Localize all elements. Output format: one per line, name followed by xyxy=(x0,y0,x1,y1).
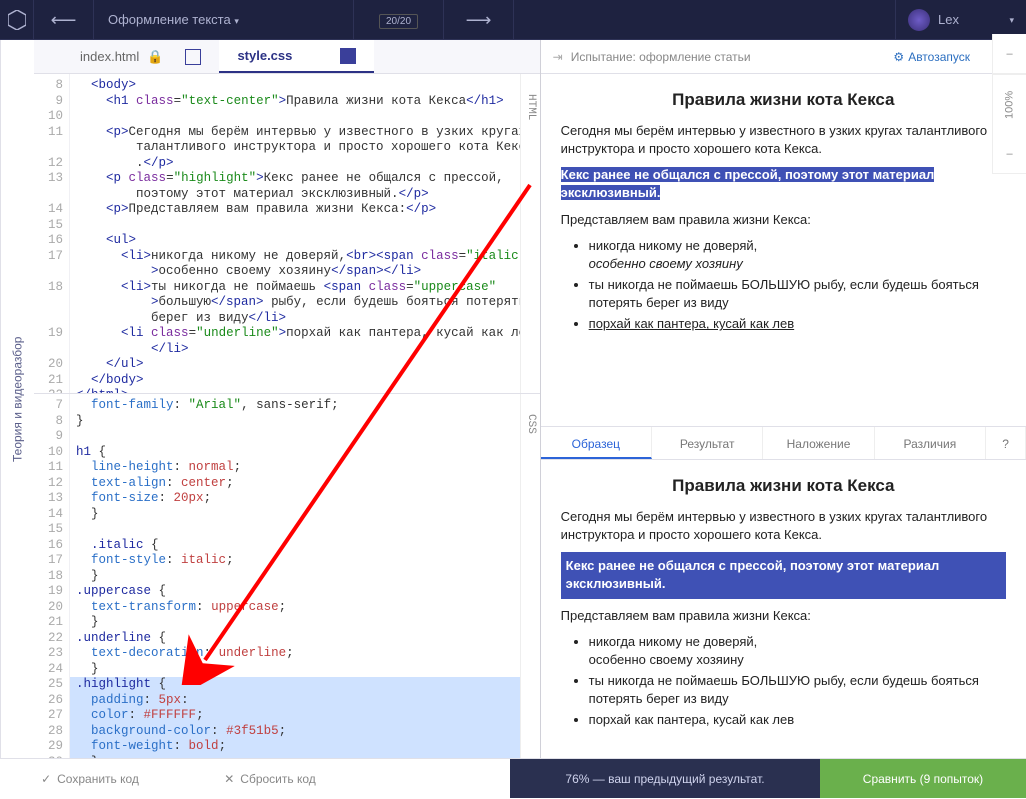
sample-panel: Правила жизни кота Кекса Сегодня мы берё… xyxy=(541,460,1026,758)
zoom-label[interactable]: 100% xyxy=(993,74,1026,134)
preview-li3: порхай как пантера, кусай как лев xyxy=(589,315,1006,333)
sample-h1: Правила жизни кота Кекса xyxy=(561,474,1006,498)
preview-h1: Правила жизни кота Кекса xyxy=(561,88,1006,112)
topbar-spacer xyxy=(514,0,896,40)
tab-help[interactable]: ? xyxy=(986,427,1026,459)
progress-badge: 20/20 xyxy=(354,0,444,40)
html-editor[interactable]: 8 9 10 11 12 13 14 15 16 17 18 19 20 21 … xyxy=(34,74,540,394)
preview-result: Правила жизни кота Кекса Сегодня мы берё… xyxy=(541,74,1026,426)
sample-list: никогда никому не доверяй,особенно своем… xyxy=(589,633,1006,730)
nav-next-button[interactable]: ⟶ xyxy=(444,0,514,40)
css-editor[interactable]: 7 8 9 10 11 12 13 14 15 16 17 18 19 20 2… xyxy=(34,394,540,758)
preview-header: ⇥ Испытание: оформление статьи ⚙ Автозап… xyxy=(541,40,1026,74)
sample-p2: Представляем вам правила жизни Кекса: xyxy=(561,607,1006,625)
nav-prev-button[interactable]: ⟵ xyxy=(34,0,94,40)
compare-button[interactable]: Сравнить (9 попыток) xyxy=(820,759,1026,798)
editor-column: index.html 🔒 style.css 8 9 10 11 12 13 1… xyxy=(34,40,541,758)
html-code-area[interactable]: <body> <h1 class="text-center">Правила ж… xyxy=(70,74,540,393)
main-area: ☰ Теория и видеоразбор index.html 🔒 styl… xyxy=(0,40,1026,758)
tab-html[interactable]: index.html 🔒 xyxy=(62,40,219,73)
lesson-title[interactable]: Оформление текста ▾ xyxy=(94,0,354,40)
preview-minus-top[interactable]: – xyxy=(993,34,1026,74)
sample-highlight: Кекс ранее не общался с прессой, поэтому… xyxy=(561,552,1006,598)
editor-tabs: index.html 🔒 style.css xyxy=(34,40,540,74)
preview-column: ⇥ Испытание: оформление статьи ⚙ Автозап… xyxy=(541,40,1026,758)
css-side-badges: CSS xyxy=(520,394,540,758)
sample-li3: порхай как пантера, кусай как лев xyxy=(589,711,1006,729)
tab-result[interactable]: Результат xyxy=(652,427,763,459)
tab-diff[interactable]: Различия xyxy=(875,427,986,459)
html-gutter: 8 9 10 11 12 13 14 15 16 17 18 19 20 21 … xyxy=(34,74,70,393)
check-icon: ✓ xyxy=(41,759,51,799)
avatar-icon xyxy=(908,9,930,31)
css-code-area[interactable]: font-family: "Arial", sans-serif; } h1 {… xyxy=(70,394,540,758)
preview-li2: ты никогда не поймаешь БОЛЬШУЮ рыбу, есл… xyxy=(589,276,1006,312)
preview-li1: никогда никому не доверяй,особенно своем… xyxy=(589,237,1006,273)
preview-p1: Сегодня мы берём интервью у известного в… xyxy=(561,122,1006,158)
preview-highlight: Кекс ранее не общался с прессой, поэтому… xyxy=(561,166,1006,202)
sample-p1: Сегодня мы берём интервью у известного в… xyxy=(561,508,1006,544)
footer-spacer xyxy=(360,759,510,798)
tab-overlay[interactable]: Наложение xyxy=(763,427,874,459)
lock-icon: 🔒 xyxy=(147,40,163,74)
html-side-badges: HTML xyxy=(520,74,540,393)
logo-icon[interactable] xyxy=(0,0,34,40)
html-badge[interactable]: HTML xyxy=(522,94,538,120)
css-badge[interactable]: CSS xyxy=(522,414,538,434)
gear-icon: ⚙ xyxy=(893,50,904,64)
save-button[interactable]: ✓ Сохранить код xyxy=(0,759,180,798)
tab-css[interactable]: style.css xyxy=(219,40,374,73)
css-gutter: 7 8 9 10 11 12 13 14 15 16 17 18 19 20 2… xyxy=(34,394,70,758)
autorun-toggle[interactable]: ⚙ Автозапуск xyxy=(885,50,978,64)
tab-split-icon[interactable] xyxy=(185,49,201,65)
footer: ✓ Сохранить код ✕ Сбросить код 76% — ваш… xyxy=(0,758,1026,798)
diff-tabs: Образец Результат Наложение Различия ? xyxy=(541,426,1026,460)
preview-title: Испытание: оформление статьи xyxy=(571,50,751,64)
sample-li1: никогда никому не доверяй,особенно своем… xyxy=(589,633,1006,669)
collapse-icon[interactable]: ⇥ xyxy=(553,50,563,64)
topbar: ⟵ Оформление текста ▾ 20/20 ⟶ Lex ▾ xyxy=(0,0,1026,40)
close-icon: ✕ xyxy=(224,759,234,799)
username: Lex xyxy=(938,0,959,40)
theory-sidebar[interactable]: Теория и видеоразбор xyxy=(0,40,34,758)
preview-minus-bottom[interactable]: – xyxy=(993,134,1026,174)
tab-sample[interactable]: Образец xyxy=(541,427,652,459)
result-badge: 76% — ваш предыдущий результат. xyxy=(510,759,820,798)
preview-p2: Представляем вам правила жизни Кекса: xyxy=(561,211,1006,229)
preview-sidebar: – 100% – xyxy=(992,34,1026,174)
tab-split-active-icon[interactable] xyxy=(340,48,356,64)
reset-button[interactable]: ✕ Сбросить код xyxy=(180,759,360,798)
sample-li2: ты никогда не поймаешь БОЛЬШУЮ рыбу, есл… xyxy=(589,672,1006,708)
preview-list: никогда никому не доверяй,особенно своем… xyxy=(589,237,1006,334)
